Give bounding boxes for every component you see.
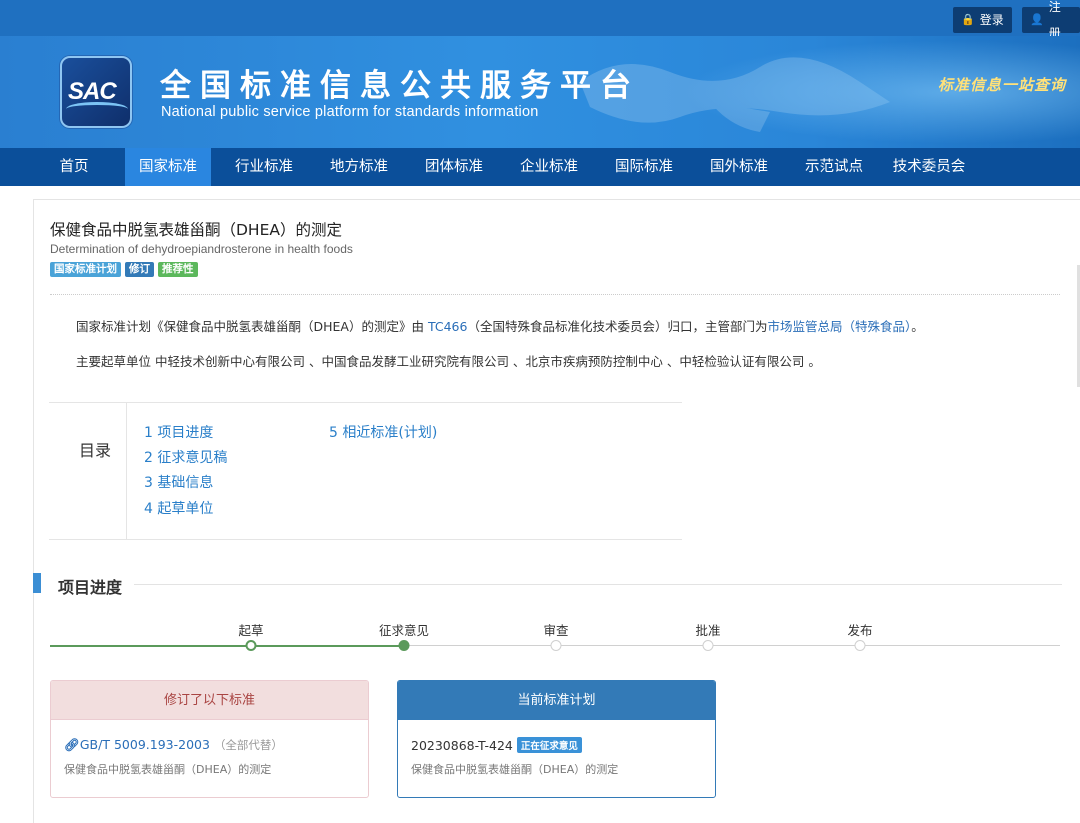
badge-plan-type: 国家标准计划 (50, 262, 121, 277)
login-button[interactable]: 🔒 登录 (953, 7, 1012, 33)
login-label: 登录 (979, 13, 1004, 27)
progress-line-done (50, 645, 405, 647)
nav-local-standards[interactable]: 地方标准 (316, 148, 402, 186)
stage-label-approval: 批准 (695, 623, 721, 638)
nav-demonstration-pilot[interactable]: 示范试点 (791, 148, 877, 186)
department-link[interactable]: 市场监管总局（特殊食品） (767, 319, 911, 334)
intro-suffix: 。 (911, 319, 924, 334)
table-of-contents: 目录 1 项目进度 2 征求意见稿 3 基础信息 4 起草单位 5 相近标准(计… (49, 402, 682, 540)
toc-link-basic-info[interactable]: 3 基础信息 (144, 472, 213, 492)
register-button[interactable]: 👤 注册 (1022, 0, 1080, 40)
top-bar: 🔒 登录 👤 注册 (0, 0, 1080, 40)
nav-home[interactable]: 首页 (45, 148, 103, 186)
replaced-standard-code: GB/T 5009.193-2003 (79, 737, 210, 752)
stage-dot-release (854, 640, 866, 651)
replaced-standard-name: 保健食品中脱氢表雄甾酮（DHEA）的测定 (64, 763, 272, 776)
stage-dot-approval (702, 640, 714, 651)
replaced-standard-link[interactable]: 🔗︎GB/T 5009.193-2003 (64, 737, 210, 752)
badge-recommended: 推荐性 (158, 262, 198, 277)
section-rule (134, 584, 1062, 585)
current-plan-card: 当前标准计划 20230868-T-424 正在征求意见 保健食品中脱氢表雄甾酮（… (397, 680, 716, 798)
badge-revision: 修订 (125, 262, 154, 277)
toc-link-draft[interactable]: 2 征求意见稿 (144, 447, 227, 467)
tc466-link[interactable]: TC466 (428, 319, 468, 334)
section-title-progress: 项目进度 (58, 578, 123, 597)
nav-enterprise-standards[interactable]: 企业标准 (506, 148, 592, 186)
logo-swoosh (66, 102, 128, 116)
site-banner: SAC 全国标准信息公共服务平台 National public service… (0, 36, 1080, 148)
toc-link-drafting-units[interactable]: 4 起草单位 (144, 498, 213, 518)
nav-international-standards[interactable]: 国际标准 (601, 148, 687, 186)
nav-national-standards[interactable]: 国家标准 (125, 148, 211, 186)
slogan: 标准信息一站查询 (937, 76, 1066, 94)
toc-label: 目录 (79, 441, 112, 460)
page-title-en: Determination of dehydroepiandrosterone … (50, 242, 353, 256)
current-plan-code: 20230868-T-424 (411, 738, 513, 753)
divider (50, 294, 1060, 295)
stage-label-drafting: 起草 (238, 623, 264, 638)
replaced-standard-card: 修订了以下标准 🔗︎GB/T 5009.193-2003 （全部代替） 保健食品中… (50, 680, 369, 798)
nav-foreign-standards[interactable]: 国外标准 (696, 148, 782, 186)
stage-dot-review (550, 640, 562, 651)
current-card-header: 当前标准计划 (398, 681, 715, 720)
badge-group: 国家标准计划 修订 推荐性 (50, 262, 198, 277)
sac-logo[interactable]: SAC (60, 56, 132, 128)
nav-industry-standards[interactable]: 行业标准 (221, 148, 307, 186)
stage-dot-drafting (245, 640, 257, 651)
drafting-units-paragraph: 主要起草单位 中轻技术创新中心有限公司 、中国食品发酵工业研究院有限公司 、北京… (76, 354, 821, 369)
intro-middle: （全国特殊食品标准化技术委员会）归口，主管部门为 (467, 319, 768, 334)
replaced-standard-note: （全部代替） (213, 738, 283, 752)
intro-prefix: 国家标准计划《保健食品中脱氢表雄甾酮（DHEA）的测定》由 (76, 319, 428, 334)
current-plan-name: 保健食品中脱氢表雄甾酮（DHEA）的测定 (411, 763, 619, 776)
stage-label-review: 审查 (543, 623, 569, 638)
progress-line-pending (405, 645, 1060, 646)
stage-dot-comments (398, 640, 410, 651)
status-badge: 正在征求意见 (516, 737, 582, 753)
replaced-standard-line: 🔗︎GB/T 5009.193-2003 （全部代替） (64, 737, 283, 753)
toc-link-similar-standards[interactable]: 5 相近标准(计划) (329, 422, 437, 442)
page-title: 保健食品中脱氢表雄甾酮（DHEA）的测定 (50, 221, 342, 239)
link-icon: 🔗︎ (64, 737, 80, 752)
user-icon: 👤 (1030, 13, 1044, 26)
nav-group-standards[interactable]: 团体标准 (411, 148, 497, 186)
site-subtitle: National public service platform for sta… (161, 104, 539, 120)
replaced-card-header: 修订了以下标准 (51, 681, 368, 720)
lock-icon: 🔒 (961, 13, 975, 26)
nav-technical-committee[interactable]: 技术委员会 (880, 148, 978, 186)
main-nav: 首页 国家标准 行业标准 地方标准 团体标准 企业标准 国际标准 国外标准 示范… (0, 148, 1080, 186)
intro-paragraph: 国家标准计划《保健食品中脱氢表雄甾酮（DHEA）的测定》由 TC466（全国特殊… (76, 316, 924, 335)
toc-divider (126, 403, 127, 539)
toc-link-progress[interactable]: 1 项目进度 (144, 422, 213, 442)
section-marker (33, 573, 41, 593)
site-title: 全国标准信息公共服务平台 (160, 68, 640, 104)
current-plan-line: 20230868-T-424 正在征求意见 (411, 737, 582, 753)
stage-label-comments: 征求意见 (378, 623, 430, 638)
stage-label-release: 发布 (847, 623, 873, 638)
